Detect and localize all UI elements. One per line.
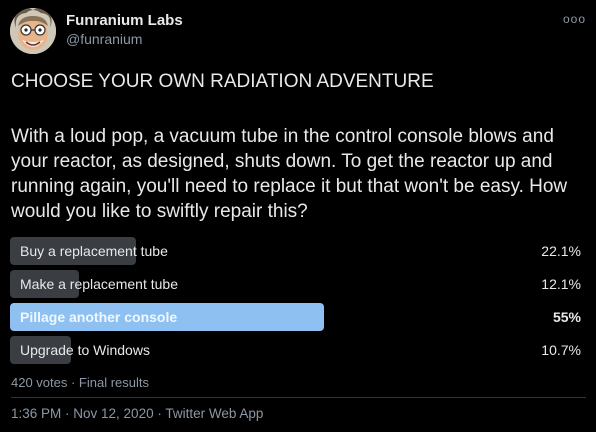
poll-option-label: Buy a replacement tube xyxy=(20,243,168,259)
divider xyxy=(11,397,586,398)
author-handle[interactable]: @funranium xyxy=(66,31,142,47)
poll-option-percent: 22.1% xyxy=(541,243,581,259)
poll-option[interactable]: Make a replacement tube 12.1% xyxy=(10,270,586,298)
tweet-body: With a loud pop, a vacuum tube in the co… xyxy=(11,126,568,222)
poll: Buy a replacement tube 22.1% Make a repl… xyxy=(10,237,586,369)
poll-option[interactable]: Buy a replacement tube 22.1% xyxy=(10,237,586,265)
poll-option-label: Pillage another console xyxy=(20,309,178,325)
poll-option-label: Upgrade to Windows xyxy=(20,342,150,358)
poll-option-percent: 12.1% xyxy=(541,276,581,292)
poll-option-label: Make a replacement tube xyxy=(20,276,178,292)
poll-summary: 420 votes · Final results xyxy=(11,375,150,390)
tweet-title: CHOOSE YOUR OWN RADIATION ADVENTURE xyxy=(11,71,434,92)
poll-option-percent: 10.7% xyxy=(541,342,581,358)
tweet-header: Funranium Labs @funranium ooo xyxy=(10,8,586,56)
poll-option-percent: 55% xyxy=(552,309,581,325)
poll-option[interactable]: Upgrade to Windows 10.7% xyxy=(10,336,586,364)
tweet-timestamp[interactable]: 1:36 PM · Nov 12, 2020 · Twitter Web App xyxy=(11,406,263,421)
poll-option-winner[interactable]: Pillage another console 55% xyxy=(10,303,586,331)
cartoon-scientist-avatar-icon xyxy=(10,8,56,54)
more-options-icon[interactable]: ooo xyxy=(563,12,586,26)
avatar[interactable] xyxy=(10,8,56,54)
author-name[interactable]: Funranium Labs xyxy=(66,12,183,29)
